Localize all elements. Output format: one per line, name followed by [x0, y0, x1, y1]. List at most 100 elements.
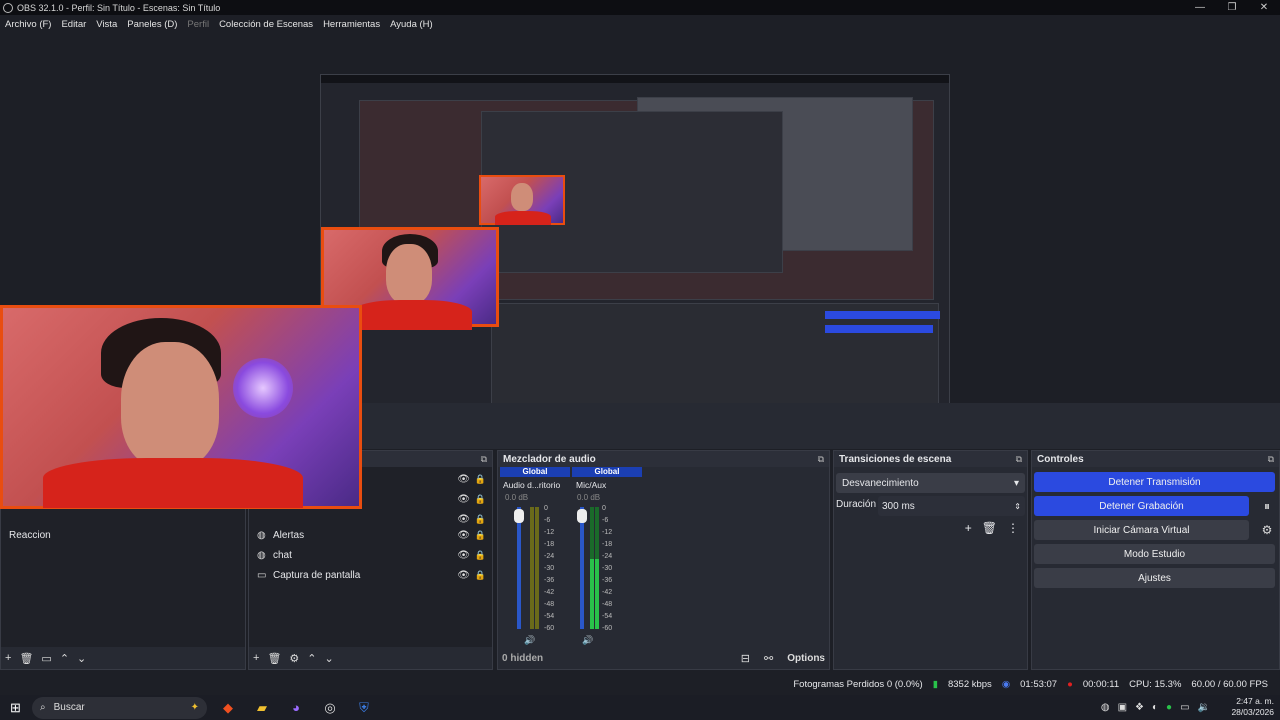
signal-icon: ▮ — [932, 678, 938, 690]
undock-icon[interactable]: ⧉ — [481, 454, 487, 465]
visibility-icon[interactable]: 👁 — [457, 474, 470, 485]
source-label: chat — [273, 549, 292, 561]
menu-editar[interactable]: Editar — [56, 19, 91, 30]
maximize-icon[interactable]: ❐ — [1216, 0, 1248, 15]
speaker-icon[interactable]: 🔊 — [524, 635, 535, 646]
source-item[interactable]: ◍ Alertas 👁 🔒 — [249, 525, 492, 545]
chevron-down-icon: ▾ — [1013, 477, 1019, 489]
brave-browser-icon[interactable]: ◆ — [215, 697, 241, 719]
tray-app-icon[interactable]: ▣ — [1118, 702, 1127, 713]
move-up-icon[interactable]: ⌃ — [60, 652, 69, 665]
close-icon[interactable]: ✕ — [1248, 0, 1280, 15]
speaker-icon[interactable]: 🔊 — [582, 635, 593, 646]
move-down-icon[interactable]: ⌄ — [77, 652, 86, 665]
taskbar-search[interactable]: ⌕ Buscar ✦ — [32, 696, 207, 719]
add-transition-icon[interactable]: + — [965, 521, 972, 535]
transitions-dock: Transiciones de escena ⧉ Desvanecimiento… — [833, 450, 1028, 670]
mixer-link-icon[interactable]: ⚯ — [764, 652, 773, 665]
preview-area[interactable] — [0, 33, 1280, 509]
visibility-icon[interactable]: 👁 — [457, 570, 470, 581]
source-item[interactable]: ▭ Captura de pantalla 👁 🔒 — [249, 565, 492, 585]
remove-transition-icon[interactable]: 🗑 — [982, 521, 997, 535]
source-item[interactable]: ◍ chat 👁 🔒 — [249, 545, 492, 565]
status-bar: Fotogramas Perdidos 0 (0.0%) ▮ 8352 kbps… — [0, 673, 1280, 695]
mixer-layout-icon[interactable]: ⊟ — [741, 652, 750, 665]
search-label: Buscar — [53, 702, 85, 713]
virtual-cam-button[interactable]: Iniciar Cámara Virtual — [1034, 520, 1249, 540]
source-properties-icon[interactable]: ⚙ — [289, 652, 299, 665]
move-up-icon[interactable]: ⌃ — [307, 652, 316, 665]
volume-icon[interactable]: 🔉 — [1198, 702, 1210, 713]
bitrate: 8352 kbps — [947, 678, 992, 690]
globe-icon: ◍ — [257, 529, 266, 541]
clock[interactable]: 2:47 a. m. 28/03/2026 — [1231, 696, 1274, 718]
spinner-icon[interactable]: ⇕ — [1014, 502, 1021, 511]
scene-item[interactable]: Reaccion — [1, 525, 245, 545]
duration-value: 300 ms — [882, 500, 915, 512]
lock-icon[interactable]: 🔒 — [475, 474, 486, 485]
stream-time: 01:53:07 — [1020, 678, 1058, 690]
visibility-icon[interactable]: 👁 — [457, 550, 470, 561]
meter-tick-label: -18 — [602, 541, 613, 548]
tray-app-icon[interactable]: ◍ — [1101, 702, 1110, 713]
tray-status-icon[interactable]: ● — [1166, 702, 1172, 713]
add-source-icon[interactable]: + — [253, 652, 259, 664]
channel-name[interactable]: Audio d...ritorio — [500, 480, 570, 490]
meter-tick-label: -12 — [544, 529, 555, 536]
source-label: Captura de pantalla — [273, 569, 361, 581]
pause-icon[interactable]: ⏸ — [1257, 496, 1277, 516]
preview-canvas[interactable] — [320, 74, 950, 428]
remove-source-icon[interactable]: 🗑 — [267, 652, 281, 665]
lock-icon[interactable]: 🔒 — [475, 530, 486, 541]
stop-record-button[interactable]: Detener Grabación — [1034, 496, 1249, 516]
tray-app-icon[interactable]: ❖ — [1135, 702, 1144, 713]
settings-button[interactable]: Ajustes — [1034, 568, 1275, 588]
obs-icon[interactable]: ◎ — [317, 697, 343, 719]
visibility-icon[interactable]: 👁 — [457, 494, 470, 505]
menu-herramientas[interactable]: Herramientas — [318, 19, 385, 30]
visibility-icon[interactable]: 👁 — [457, 514, 470, 525]
volume-handle[interactable] — [577, 509, 587, 523]
stop-stream-button[interactable]: Detener Transmisión — [1034, 472, 1275, 492]
lock-icon[interactable]: 🔒 — [475, 494, 486, 505]
undock-icon[interactable]: ⧉ — [1016, 454, 1022, 465]
menu-ayuda[interactable]: Ayuda (H) — [385, 19, 438, 30]
lock-icon[interactable]: 🔒 — [475, 514, 486, 525]
tray-app-icon[interactable]: ◐ — [1152, 702, 1158, 713]
discord-icon[interactable]: ◕ — [283, 697, 309, 719]
menu-coleccion[interactable]: Colección de Escenas — [214, 19, 318, 30]
gear-icon[interactable]: ⚙ — [1257, 520, 1277, 540]
studio-mode-button[interactable]: Modo Estudio — [1034, 544, 1275, 564]
menu-archivo[interactable]: Archivo (F) — [0, 19, 56, 30]
undock-icon[interactable]: ⧉ — [1268, 454, 1274, 465]
add-scene-icon[interactable]: + — [5, 652, 11, 664]
meter-tick-label: -6 — [602, 517, 609, 524]
minimize-icon[interactable]: — — [1184, 0, 1216, 15]
lock-icon[interactable]: 🔒 — [475, 570, 486, 581]
file-explorer-icon[interactable]: ▰ — [249, 697, 275, 719]
duration-input[interactable]: 300 ms ⇕ — [878, 496, 1025, 516]
transition-menu-icon[interactable]: ⋮ — [1007, 521, 1019, 535]
volume-handle[interactable] — [514, 509, 524, 523]
meter-tick-label: -42 — [602, 589, 613, 596]
undock-icon[interactable]: ⧉ — [818, 454, 824, 465]
controls-dock: Controles ⧉ Detener Transmisión Detener … — [1031, 450, 1280, 670]
menu-vista[interactable]: Vista — [91, 19, 122, 30]
remove-scene-icon[interactable]: 🗑 — [19, 652, 33, 665]
menu-perfil[interactable]: Perfil — [182, 19, 214, 30]
network-icon[interactable]: ▭ — [1180, 702, 1189, 713]
volume-slider[interactable] — [580, 507, 584, 629]
volume-slider[interactable] — [517, 507, 521, 629]
move-down-icon[interactable]: ⌄ — [325, 652, 334, 665]
shield-app-icon[interactable]: ⛨ — [351, 697, 377, 719]
transition-select[interactable]: Desvanecimiento ▾ — [836, 473, 1025, 493]
menu-paneles[interactable]: Paneles (D) — [122, 19, 182, 30]
webcam-overlay — [0, 305, 362, 509]
visibility-icon[interactable]: 👁 — [457, 530, 470, 541]
windows-start-icon[interactable]: ⊞ — [10, 700, 21, 716]
lock-icon[interactable]: 🔒 — [475, 550, 486, 561]
filter-scene-icon[interactable]: ▭ — [41, 652, 51, 665]
channel-name[interactable]: Mic/Aux — [572, 480, 642, 490]
monitor-icon: ▭ — [257, 569, 267, 581]
mixer-options[interactable]: Options — [787, 653, 825, 664]
